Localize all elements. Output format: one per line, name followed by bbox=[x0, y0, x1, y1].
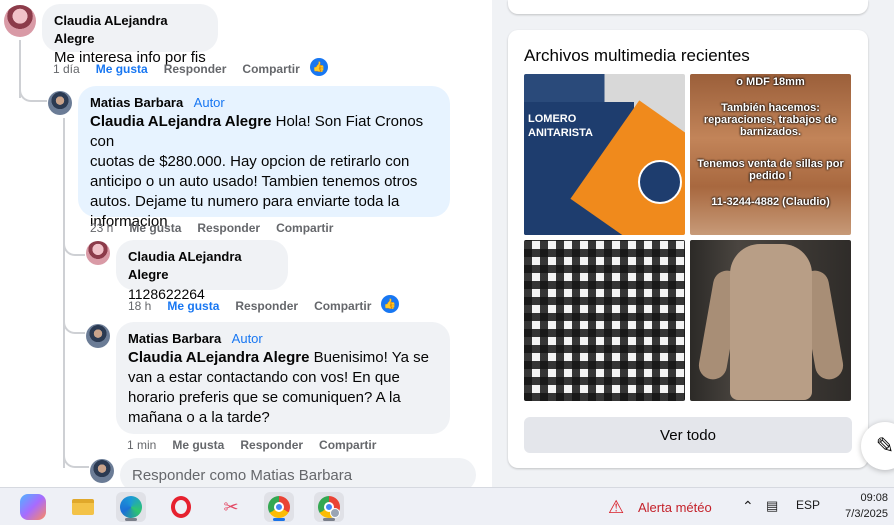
clock[interactable]: 09:08 7/3/2025 bbox=[820, 490, 888, 522]
share-button[interactable]: Compartir bbox=[242, 62, 299, 76]
media-thumbnail[interactable]: o MDF 18mm También hacemos: reparaciones… bbox=[690, 74, 851, 235]
comment-actions: 1 día Me gusta Responder Compartir bbox=[53, 62, 300, 76]
comment-time[interactable]: 1 min bbox=[127, 438, 156, 452]
share-button[interactable]: Compartir bbox=[314, 299, 371, 313]
media-thumbnail[interactable]: LOMERO ANITARISTA bbox=[524, 74, 685, 235]
warning-icon: ⚠ bbox=[608, 497, 625, 517]
share-button[interactable]: Compartir bbox=[319, 438, 376, 452]
like-button[interactable]: Me gusta bbox=[96, 62, 148, 76]
clock-date: 7/3/2025 bbox=[845, 508, 888, 520]
taskbar: ✂ ⚠ Alerta météo ⌃ ▤ ESP 09:08 7/3/2025 bbox=[0, 487, 894, 525]
like-button[interactable]: Me gusta bbox=[167, 299, 219, 313]
thread-connector bbox=[19, 86, 47, 102]
reply-button[interactable]: Responder bbox=[235, 299, 298, 313]
avatar[interactable] bbox=[4, 5, 36, 37]
file-explorer-icon[interactable] bbox=[68, 492, 98, 522]
chevron-up-icon[interactable]: ⌃ bbox=[742, 498, 754, 515]
thread-connector bbox=[63, 452, 89, 468]
avatar[interactable] bbox=[86, 324, 110, 348]
comment-bubble: Matias Barbara Autor Claudia ALejandra A… bbox=[78, 86, 450, 230]
like-button[interactable]: Me gusta bbox=[129, 221, 181, 235]
avatar[interactable] bbox=[48, 91, 72, 115]
comment-bubble: Claudia ALejandra Alegre Me interesa inf… bbox=[42, 4, 218, 66]
clock-time: 09:08 bbox=[860, 492, 888, 504]
chrome-profile-icon[interactable] bbox=[314, 492, 344, 522]
media-title: Archivos multimedia recientes bbox=[524, 46, 750, 65]
media-thumbnail[interactable] bbox=[690, 240, 851, 401]
copilot-icon[interactable] bbox=[20, 494, 46, 520]
comments-panel: Claudia ALejandra Alegre Me interesa inf… bbox=[0, 0, 492, 487]
thumbs-up-icon[interactable]: 👍 bbox=[381, 295, 399, 313]
thread-line bbox=[63, 118, 65, 468]
share-button[interactable]: Compartir bbox=[276, 221, 333, 235]
opera-icon[interactable] bbox=[166, 492, 196, 522]
weather-alert[interactable]: ⚠ Alerta météo bbox=[608, 497, 712, 517]
mention-link[interactable]: Claudia ALejandra Alegre bbox=[128, 349, 309, 366]
mention-link[interactable]: Claudia ALejandra Alegre bbox=[90, 113, 271, 130]
comment-author[interactable]: Claudia ALejandra Alegre bbox=[128, 249, 242, 282]
comment-actions: 1 min Me gusta Responder Compartir bbox=[127, 438, 376, 452]
comment-actions: 23 h Me gusta Responder Compartir bbox=[90, 221, 333, 235]
comment-text: Claudia ALejandra Alegre Buenisimo! Ya s… bbox=[128, 349, 429, 426]
edge-icon[interactable] bbox=[116, 492, 146, 522]
weather-alert-label: Alerta météo bbox=[638, 499, 712, 515]
comment-author[interactable]: Matias Barbara bbox=[128, 331, 221, 346]
comment-time[interactable]: 1 día bbox=[53, 62, 80, 76]
comment-text: Claudia ALejandra Alegre Hola! Son Fiat … bbox=[90, 113, 424, 230]
comment-author[interactable]: Matias Barbara bbox=[90, 95, 183, 110]
thumbs-up-icon[interactable]: 👍 bbox=[310, 58, 328, 76]
comment-time[interactable]: 23 h bbox=[90, 221, 113, 235]
comment-bubble: Claudia ALejandra Alegre 1128622264 bbox=[116, 240, 288, 302]
avatar[interactable] bbox=[86, 241, 110, 265]
thread-connector bbox=[63, 240, 85, 256]
comment-actions: 18 h Me gusta Responder Compartir bbox=[128, 299, 371, 313]
comment-bubble: Matias Barbara Autor Claudia ALejandra A… bbox=[116, 322, 450, 434]
right-sidebar: Archivos multimedia recientes LOMERO ANI… bbox=[492, 0, 894, 487]
network-icon[interactable]: ▤ bbox=[766, 498, 778, 514]
card bbox=[508, 0, 868, 14]
thread-connector bbox=[63, 318, 85, 334]
snipping-tool-icon[interactable]: ✂ bbox=[216, 492, 246, 522]
comment-time[interactable]: 18 h bbox=[128, 299, 151, 313]
recent-media-card: Archivos multimedia recientes LOMERO ANI… bbox=[508, 30, 868, 468]
avatar bbox=[90, 459, 114, 483]
reply-button[interactable]: Responder bbox=[240, 438, 303, 452]
author-badge: Autor bbox=[231, 331, 263, 346]
see-all-button[interactable]: Ver todo bbox=[524, 417, 852, 453]
reply-button[interactable]: Responder bbox=[164, 62, 227, 76]
reply-button[interactable]: Responder bbox=[197, 221, 260, 235]
reply-input[interactable]: Responder como Matias Barbara bbox=[120, 458, 476, 487]
comment-author[interactable]: Claudia ALejandra Alegre bbox=[54, 13, 168, 46]
author-badge: Autor bbox=[193, 95, 225, 110]
language-indicator[interactable]: ESP bbox=[796, 498, 820, 512]
like-button[interactable]: Me gusta bbox=[172, 438, 224, 452]
media-thumbnail[interactable] bbox=[524, 240, 685, 401]
chrome-icon[interactable] bbox=[264, 492, 294, 522]
